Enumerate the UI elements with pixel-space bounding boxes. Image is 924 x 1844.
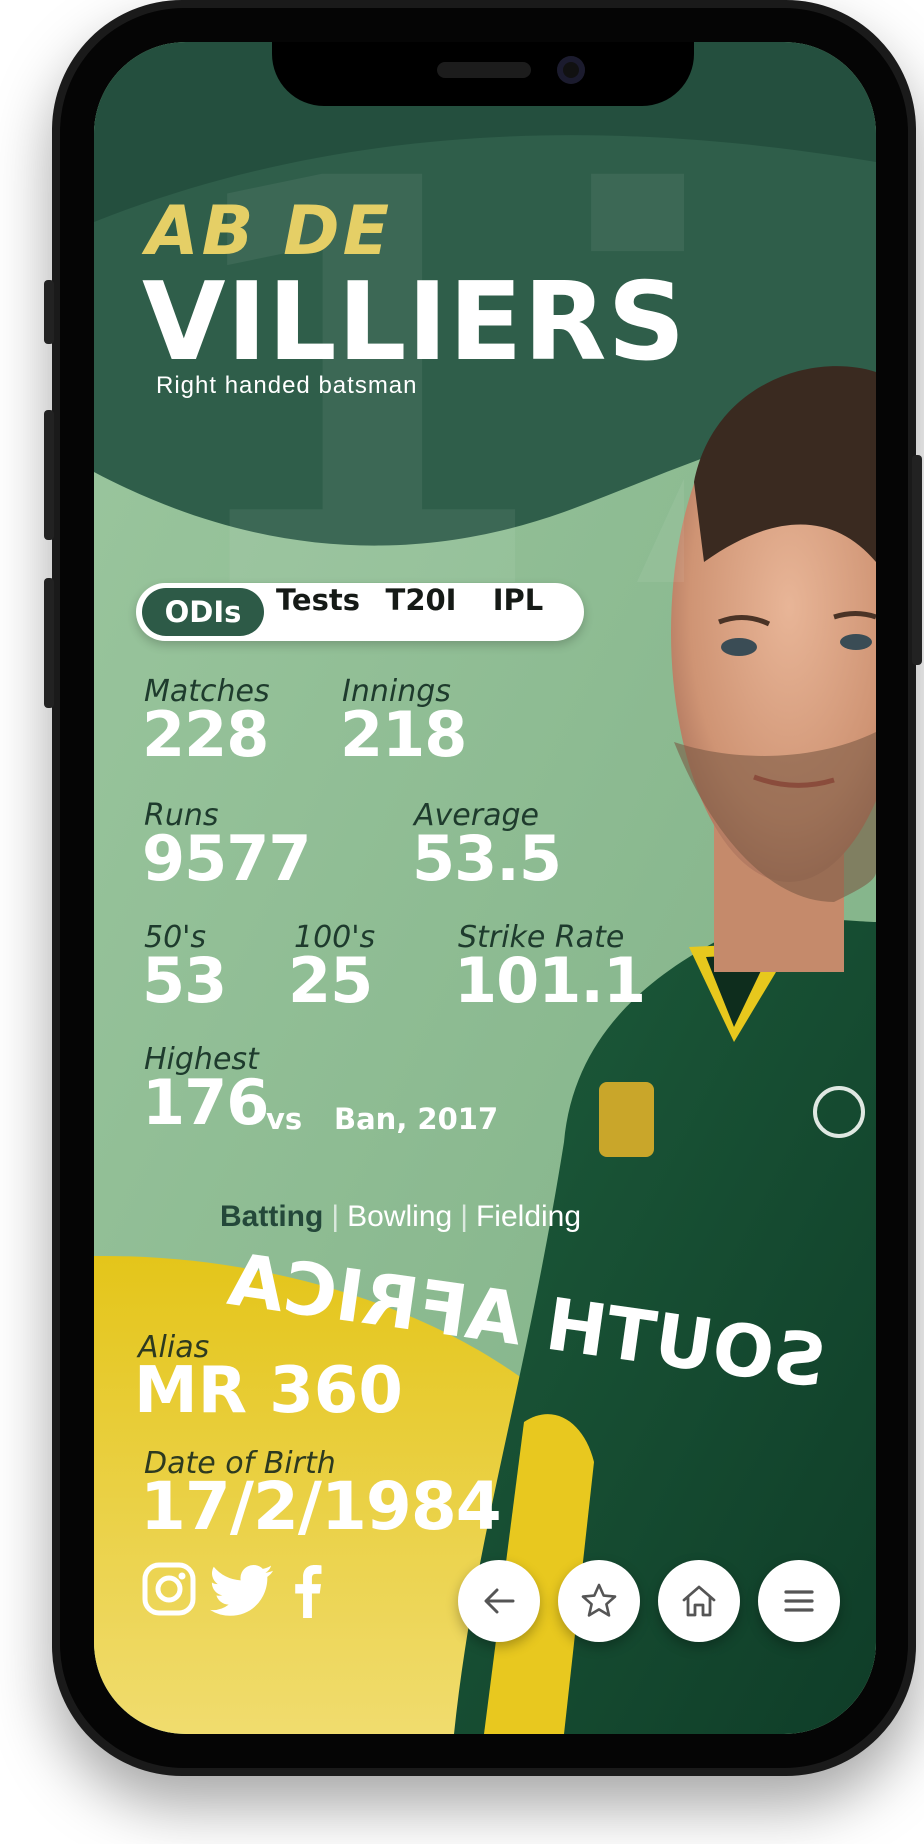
volume-down-button [44, 578, 54, 708]
home-button[interactable] [658, 1560, 740, 1642]
speaker-grille [437, 62, 531, 78]
player-role: Right handed batsman [156, 372, 418, 399]
facebook-icon[interactable] [290, 1564, 324, 1618]
front-camera [557, 56, 585, 84]
star-icon [581, 1583, 617, 1617]
hundreds-value: 25 [288, 944, 373, 1017]
tab-separator: | [331, 1200, 340, 1233]
highest-opponent: Ban, 2017 [334, 1102, 499, 1136]
matches-value: 228 [142, 698, 269, 771]
average-value: 53.5 [412, 822, 562, 895]
menu-icon [784, 1590, 814, 1612]
tab-odis[interactable]: ODIs [142, 588, 264, 636]
tab-tests[interactable]: Tests [266, 583, 370, 641]
tab-separator: | [460, 1200, 468, 1233]
dob-value: 17/2/1984 [140, 1468, 502, 1545]
volume-up-button [44, 410, 54, 540]
favorite-button[interactable] [558, 1560, 640, 1642]
tab-fielding[interactable]: Fielding [476, 1200, 581, 1233]
highest-value: 176 [142, 1066, 269, 1139]
alias-value: MR 360 [134, 1354, 403, 1428]
app-screen: SOUTH AFRICA 17 AB DE VILLIERS Right han… [94, 42, 876, 1734]
format-tabs: ODIs Tests T20I IPL [136, 583, 584, 641]
fifties-value: 53 [142, 944, 227, 1017]
power-button [912, 455, 922, 665]
tab-batting[interactable]: Batting [220, 1200, 323, 1233]
menu-button[interactable] [758, 1560, 840, 1642]
back-button[interactable] [458, 1560, 540, 1642]
tab-ipl[interactable]: IPL [482, 583, 554, 641]
home-icon [682, 1585, 716, 1617]
category-tabs: Batting | Bowling | Fielding [220, 1200, 581, 1234]
tab-bowling[interactable]: Bowling [347, 1200, 452, 1233]
runs-value: 9577 [142, 822, 312, 895]
player-last-name: VILLIERS [142, 260, 687, 385]
back-arrow-icon [484, 1588, 515, 1614]
mute-switch [44, 280, 54, 344]
innings-value: 218 [340, 698, 467, 771]
strike-rate-value: 101.1 [454, 944, 646, 1017]
instagram-icon[interactable] [142, 1562, 196, 1616]
tab-t20i[interactable]: T20I [376, 583, 466, 641]
twitter-icon[interactable] [210, 1564, 274, 1618]
highest-vs: vs [266, 1102, 303, 1136]
phone-notch [272, 42, 694, 106]
